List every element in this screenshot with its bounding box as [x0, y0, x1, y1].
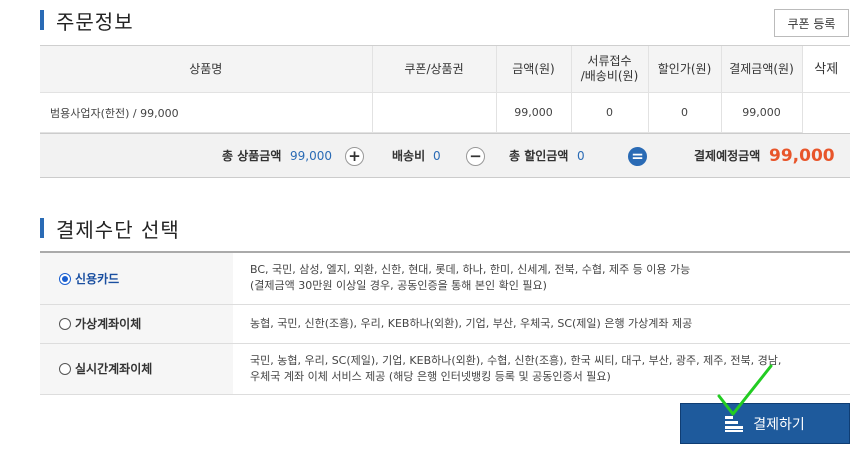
desc-line: BC, 국민, 삼성, 엘지, 외환, 신한, 현대, 롯데, 하나, 한미, … — [250, 263, 691, 277]
equals-icon: = — [628, 147, 647, 166]
row-discount: 0 — [647, 92, 721, 133]
payment-section-title: 결제수단 선택 — [40, 216, 180, 242]
payment-method-row[interactable]: 신용카드 BC, 국민, 삼성, 엘지, 외환, 신한, 현대, 롯데, 하나,… — [40, 252, 850, 304]
list-icon — [725, 415, 744, 432]
payment-method-row[interactable]: 실시간계좌이체 국민, 농협, 우리, SC(제일), 기업, KEB하나(외환… — [40, 343, 850, 394]
row-coupon[interactable] — [371, 92, 496, 133]
title-bar — [40, 218, 44, 238]
desc-line: (결제금액 30만원 이상일 경우, 공동인증을 통해 본인 확인 필요) — [250, 279, 547, 293]
pay-button[interactable]: 결제하기 — [680, 403, 850, 444]
row-product-name: 범용사업자(한전) / 99,000 — [40, 92, 372, 133]
method-virtual-account-label[interactable]: 가상계좌이체 — [75, 317, 141, 331]
header-shipping: 서류접수 /배송비(원) — [570, 45, 648, 93]
plus-icon: + — [345, 147, 364, 166]
grand-total-label: 결제예정금액 — [694, 149, 761, 163]
order-table-header: 상품명 쿠폰/상품권 금액(원) 서류접수 /배송비(원) 할인가(원) 결제금… — [40, 45, 850, 93]
table-row: 범용사업자(한전) / 99,000 99,000 0 0 99,000 — [40, 92, 850, 133]
method-virtual-account[interactable]: 가상계좌이체 — [40, 304, 233, 343]
header-discount: 할인가(원) — [647, 45, 721, 93]
radio-checked-icon[interactable] — [59, 272, 71, 285]
radio-unchecked-icon[interactable] — [59, 363, 71, 375]
order-section-title: 주문정보 — [40, 8, 134, 34]
row-amount: 99,000 — [495, 92, 571, 133]
method-realtime-transfer-desc: 국민, 농협, 우리, SC(제일), 기업, KEB하나(외환), 수협, 신… — [233, 343, 850, 394]
row-payment: 99,000 — [720, 92, 802, 133]
desc-line: 농협, 국민, 신한(조흥), 우리, KEB하나(외환), 기업, 부산, 우… — [250, 316, 693, 330]
shipping-value: 0 — [433, 149, 441, 163]
method-credit-card[interactable]: 신용카드 — [40, 252, 233, 304]
row-delete — [801, 92, 850, 133]
total-discount-label: 총 할인금액 — [509, 149, 569, 163]
desc-line: 국민, 농협, 우리, SC(제일), 기업, KEB하나(외환), 수협, 신… — [250, 353, 782, 367]
header-coupon: 쿠폰/상품권 — [371, 45, 496, 93]
header-amount: 금액(원) — [495, 45, 571, 93]
order-table: 상품명 쿠폰/상품권 금액(원) 서류접수 /배송비(원) 할인가(원) 결제금… — [40, 45, 850, 133]
radio-unchecked-icon[interactable] — [59, 318, 71, 330]
method-virtual-account-desc: 농협, 국민, 신한(조흥), 우리, KEB하나(외환), 기업, 부산, 우… — [233, 304, 850, 343]
pay-button-label: 결제하기 — [753, 416, 805, 433]
method-realtime-transfer[interactable]: 실시간계좌이체 — [40, 343, 233, 394]
shipping-label: 배송비 — [392, 149, 426, 163]
total-product-value: 99,000 — [290, 149, 332, 163]
desc-line: 우체국 계좌 이체 서비스 제공 (해당 은행 인터넷뱅킹 등록 및 공동인증서… — [250, 369, 611, 383]
method-realtime-transfer-label[interactable]: 실시간계좌이체 — [75, 362, 152, 376]
method-credit-card-label[interactable]: 신용카드 — [75, 272, 119, 286]
order-title-text: 주문정보 — [56, 9, 134, 34]
row-shipping: 0 — [570, 92, 648, 133]
minus-icon: − — [466, 147, 485, 166]
coupon-register-button[interactable]: 쿠폰 등록 — [774, 9, 849, 37]
payment-method-table: 신용카드 BC, 국민, 삼성, 엘지, 외환, 신한, 현대, 롯데, 하나,… — [40, 251, 850, 395]
order-total-bar: 총 상품금액 99,000 + 배송비 0 − 총 할인금액 0 = 결제예정금… — [40, 133, 850, 178]
title-bar — [40, 10, 44, 30]
total-product-label: 총 상품금액 — [222, 149, 282, 163]
payment-method-row[interactable]: 가상계좌이체 농협, 국민, 신한(조흥), 우리, KEB하나(외환), 기업… — [40, 304, 850, 343]
method-credit-card-desc: BC, 국민, 삼성, 엘지, 외환, 신한, 현대, 롯데, 하나, 한미, … — [233, 252, 850, 304]
header-delete: 삭제 — [801, 45, 850, 93]
payment-title-text: 결제수단 선택 — [56, 217, 180, 242]
header-payment: 결제금액(원) — [720, 45, 802, 93]
grand-total-value: 99,000 — [769, 146, 835, 166]
header-product-name: 상품명 — [40, 45, 372, 93]
total-discount-value: 0 — [577, 149, 585, 163]
